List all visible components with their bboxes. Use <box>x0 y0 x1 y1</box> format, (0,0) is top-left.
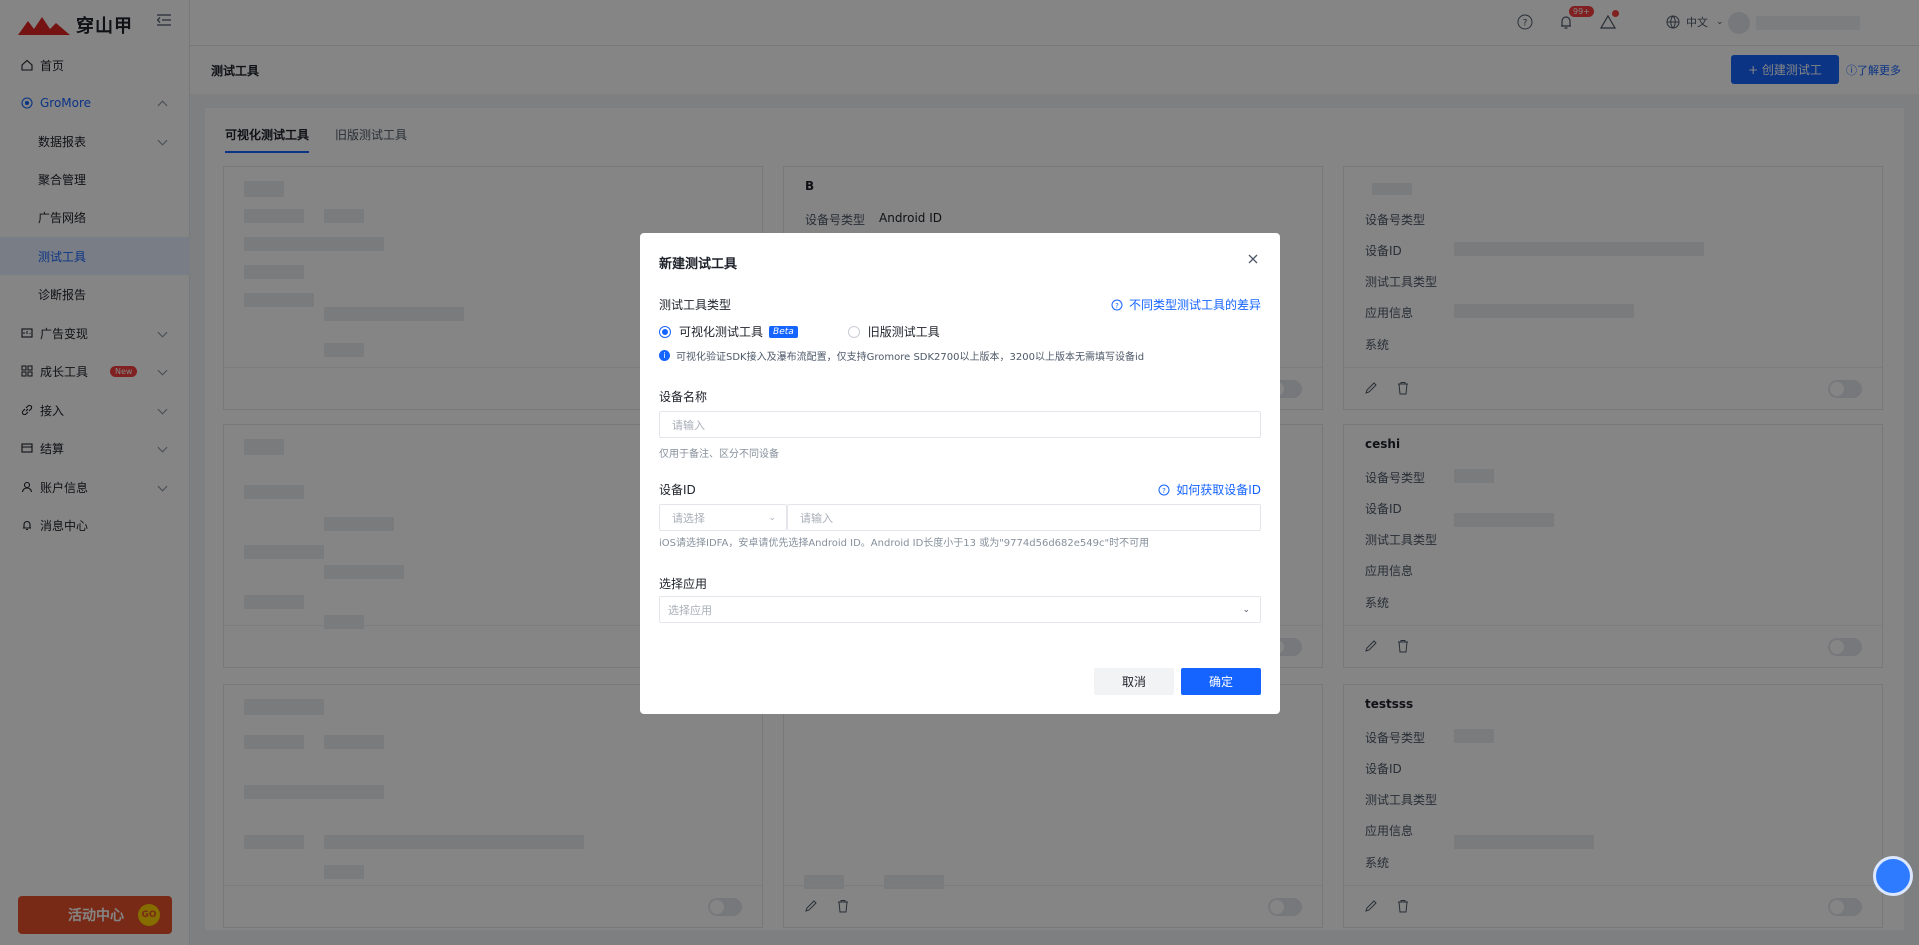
radio-visual[interactable] <box>659 325 671 338</box>
chevron-down-icon: ⌄ <box>768 512 776 523</box>
confirm-button[interactable]: 确定 <box>1181 668 1261 695</box>
dialog-title: 新建测试工具 <box>659 257 738 272</box>
help-circle-icon: ? <box>1158 484 1170 495</box>
radio-visual-label[interactable]: 可视化测试工具 <box>679 323 763 340</box>
cancel-button[interactable]: 取消 <box>1094 668 1174 695</box>
svg-text:?: ? <box>1162 487 1166 495</box>
radio-legacy[interactable] <box>847 325 860 338</box>
info-icon: i <box>659 350 670 361</box>
create-test-tool-dialog: 新建测试工具 测试工具类型 ? 不同类型测试工具的差异 可视化测试工具 Beta… <box>640 233 1280 714</box>
type-diff-link[interactable]: ? 不同类型测试工具的差异 <box>1111 296 1261 313</box>
beta-badge: Beta <box>769 325 798 338</box>
assistant-robot-icon[interactable] <box>1873 856 1913 896</box>
tool-type-radio-group: 可视化测试工具 Beta 旧版测试工具 <box>659 323 940 340</box>
device-id-input[interactable]: 请输入 <box>787 504 1261 531</box>
select-app-dropdown[interactable]: 选择应用 ⌄ <box>659 596 1261 623</box>
how-to-get-device-id-link[interactable]: ? 如何获取设备ID <box>1158 481 1261 498</box>
help-circle-icon: ? <box>1111 299 1123 310</box>
select-app-label: 选择应用 <box>659 577 708 591</box>
device-id-label: 设备ID <box>659 483 696 497</box>
info-note: i 可视化验证SDK接入及瀑布流配置，仅支持Gromore SDK2700以上版… <box>659 348 1144 363</box>
svg-text:?: ? <box>1115 302 1119 310</box>
close-icon[interactable] <box>1247 253 1259 265</box>
device-name-hint: 仅用于备注、区分不同设备 <box>659 449 779 460</box>
radio-legacy-label[interactable]: 旧版测试工具 <box>868 323 940 340</box>
chevron-down-icon: ⌄ <box>1242 604 1250 615</box>
device-name-input[interactable]: 请输入 <box>659 411 1261 438</box>
device-id-type-select[interactable]: 请选择 ⌄ <box>659 504 787 531</box>
device-name-label: 设备名称 <box>659 390 708 404</box>
tool-type-label: 测试工具类型 <box>659 298 732 312</box>
device-id-hint: iOS请选择IDFA，安卓请优先选择Android ID。Android ID长… <box>659 538 1150 549</box>
